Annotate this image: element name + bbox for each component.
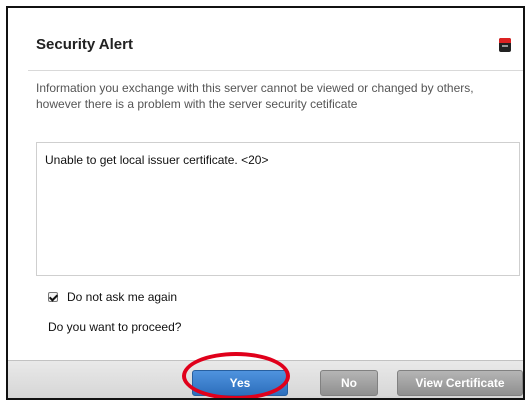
title-divider — [28, 70, 523, 71]
do-not-ask-again-checkbox[interactable] — [48, 292, 58, 302]
checkbox-label: Do not ask me again — [67, 290, 178, 304]
no-button[interactable]: No — [320, 370, 378, 396]
security-alert-dialog: Security Alert Information you exchange … — [6, 6, 525, 400]
close-icon[interactable] — [499, 38, 511, 52]
dialog-title: Security Alert — [36, 36, 133, 53]
proceed-question: Do you want to proceed? — [48, 320, 182, 334]
message-text: Unable to get local issuer certificate. … — [45, 153, 269, 167]
message-box: Unable to get local issuer certificate. … — [36, 142, 520, 276]
view-certificate-button[interactable]: View Certificate — [397, 370, 523, 396]
do-not-ask-again-row[interactable]: Do not ask me again — [48, 290, 177, 304]
dialog-titlebar: Security Alert — [8, 8, 523, 64]
highlight-circle — [182, 352, 290, 398]
info-text: Information you exchange with this serve… — [36, 81, 474, 111]
